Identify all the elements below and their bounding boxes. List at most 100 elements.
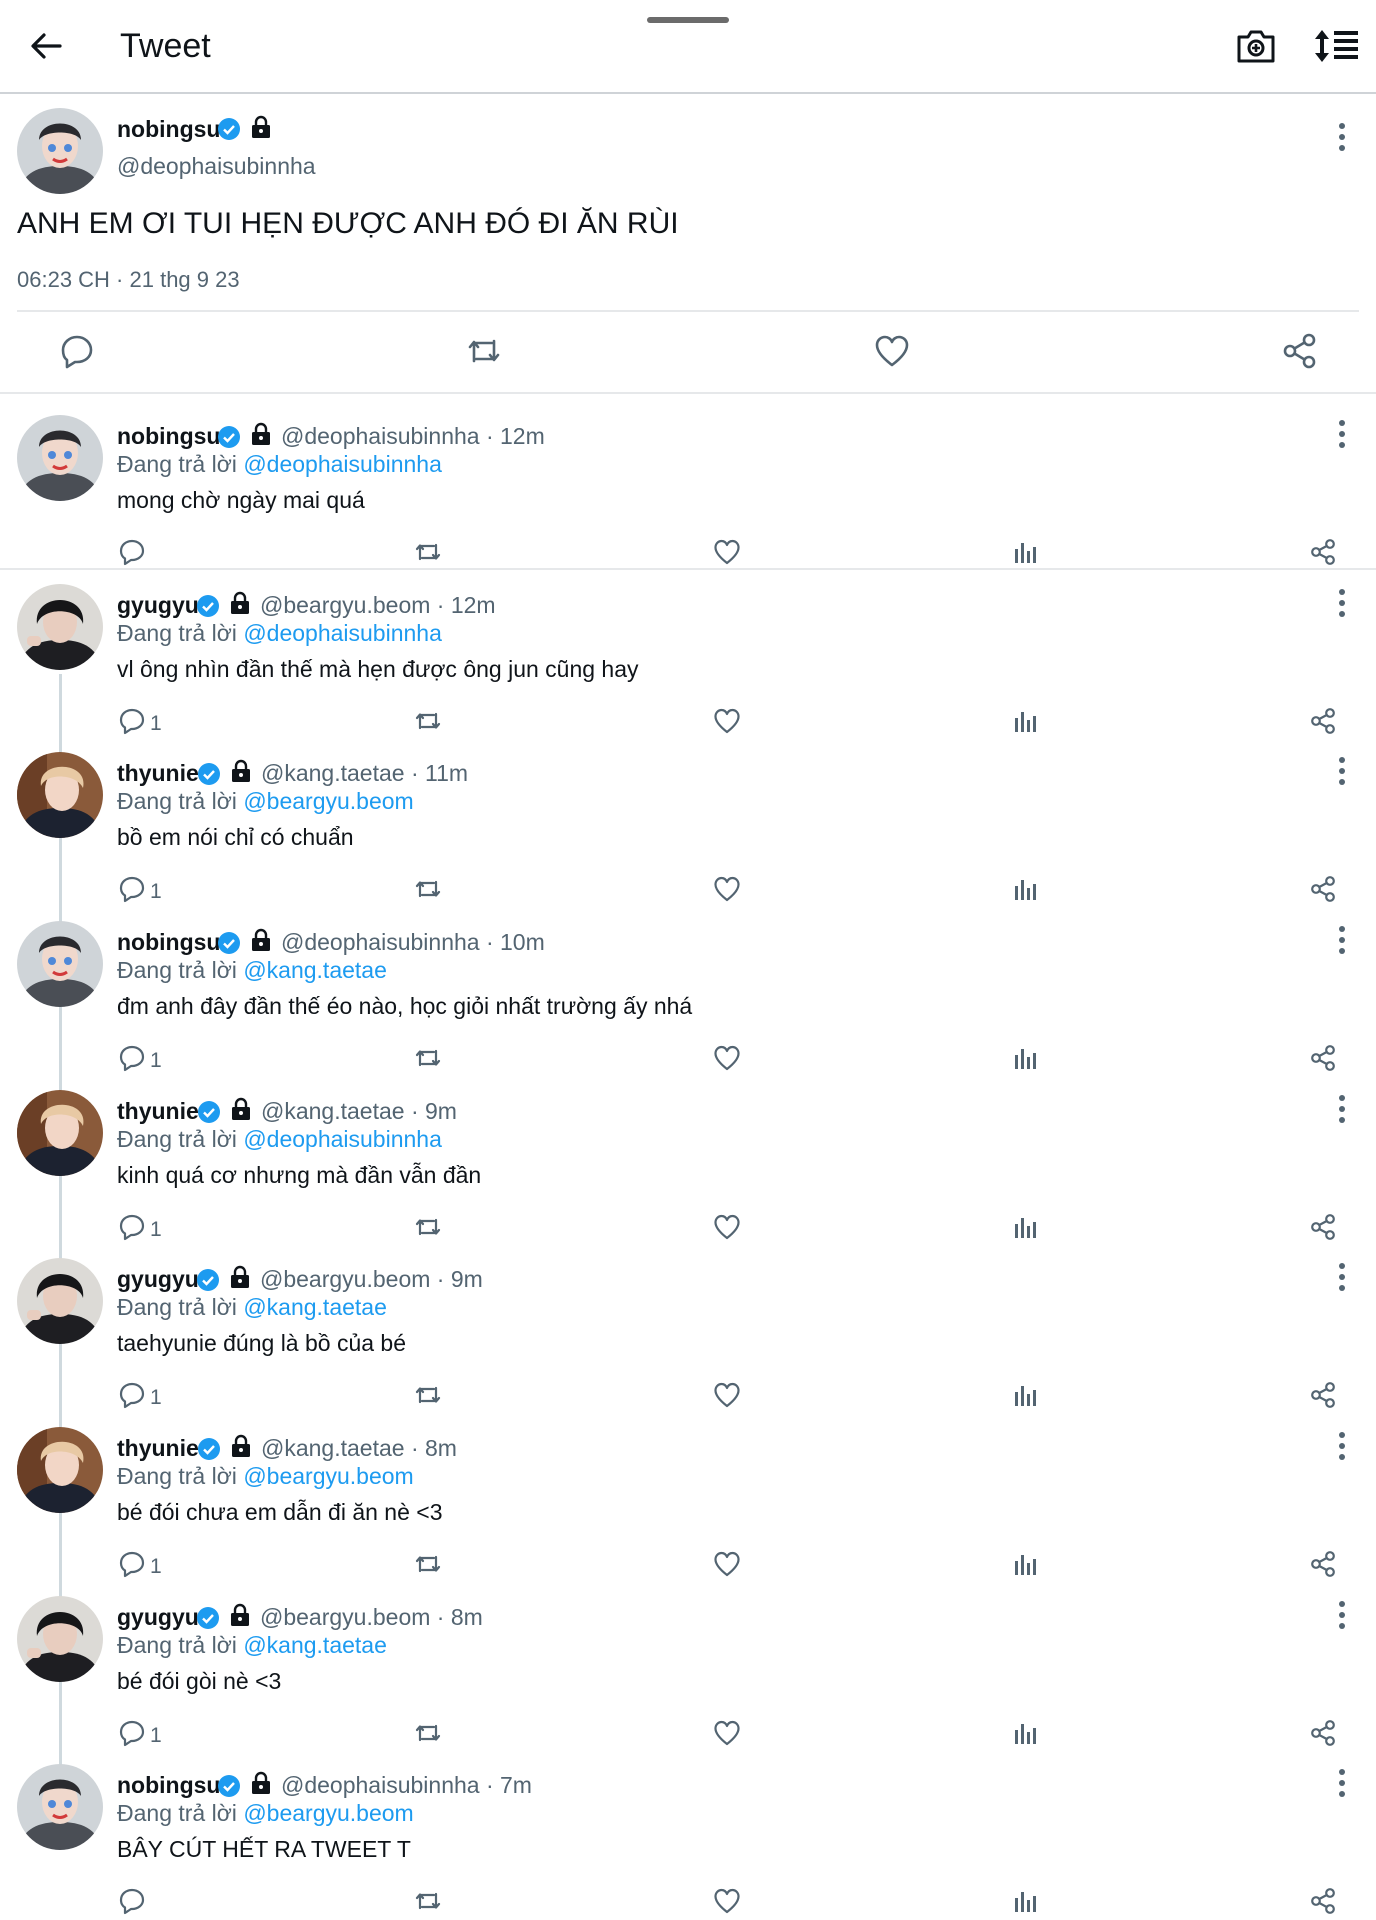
more-options-icon[interactable] — [1330, 1260, 1354, 1294]
retweet-icon[interactable] — [413, 1212, 443, 1242]
share-icon[interactable] — [1308, 1718, 1338, 1748]
share-icon[interactable] — [1308, 537, 1338, 567]
share-icon[interactable] — [1308, 706, 1338, 736]
avatar[interactable] — [17, 584, 103, 670]
mention-link[interactable]: @kang.taetae — [243, 1632, 387, 1658]
author-name[interactable]: gyugyu — [117, 1266, 199, 1293]
retweet-icon[interactable] — [413, 537, 443, 567]
views-chart-icon[interactable] — [1010, 1380, 1040, 1410]
reply-icon[interactable] — [117, 706, 147, 736]
mention-link[interactable]: @deophaisubinnha — [243, 451, 442, 477]
like-heart-icon[interactable] — [712, 1212, 742, 1242]
retweet-icon[interactable] — [413, 1886, 443, 1916]
reply-icon[interactable] — [117, 1380, 147, 1410]
retweet-icon[interactable] — [413, 1718, 443, 1748]
author-name[interactable]: thyunie — [117, 1435, 199, 1462]
like-heart-icon[interactable] — [712, 1886, 742, 1916]
avatar[interactable] — [17, 1258, 103, 1344]
author-handle-time[interactable]: @kang.taetae · 8m — [261, 1435, 457, 1462]
more-options-icon[interactable] — [1330, 586, 1354, 620]
more-options-icon[interactable] — [1330, 417, 1354, 451]
more-options-icon[interactable] — [1330, 923, 1354, 957]
screenshot-camera-icon[interactable] — [1234, 26, 1278, 66]
more-options-icon[interactable] — [1330, 754, 1354, 788]
author-handle-time[interactable]: @deophaisubinnha · 7m — [281, 1772, 532, 1799]
avatar[interactable] — [17, 921, 103, 1007]
views-chart-icon[interactable] — [1010, 874, 1040, 904]
reply-icon[interactable] — [117, 1718, 147, 1748]
more-options-icon[interactable] — [1330, 1598, 1354, 1632]
author-handle-time[interactable]: @deophaisubinnha · 10m — [281, 929, 545, 956]
author-handle-time[interactable]: @kang.taetae · 11m — [261, 760, 468, 787]
author-handle-time[interactable]: @beargyu.beom · 12m — [260, 592, 496, 619]
retweet-icon[interactable] — [413, 874, 443, 904]
mention-link[interactable]: @deophaisubinnha — [243, 1126, 442, 1152]
mention-link[interactable]: @deophaisubinnha — [243, 620, 442, 646]
more-options-icon[interactable] — [1330, 1092, 1354, 1126]
more-options-icon[interactable] — [1330, 1766, 1354, 1800]
views-chart-icon[interactable] — [1010, 1549, 1040, 1579]
sort-order-icon[interactable] — [1312, 26, 1360, 66]
more-options-icon[interactable] — [1330, 1429, 1354, 1463]
author-handle[interactable]: @deophaisubinnha — [117, 153, 316, 180]
reply-icon[interactable] — [117, 1212, 147, 1242]
author-name[interactable]: nobingsu — [117, 929, 220, 956]
author-name[interactable]: gyugyu — [117, 1604, 199, 1631]
views-chart-icon[interactable] — [1010, 1212, 1040, 1242]
author-name[interactable]: nobingsu — [117, 116, 220, 143]
avatar[interactable] — [17, 1764, 103, 1850]
back-arrow-icon[interactable] — [26, 26, 66, 66]
retweet-icon[interactable] — [464, 331, 504, 371]
share-icon[interactable] — [1308, 874, 1338, 904]
avatar[interactable] — [17, 752, 103, 838]
share-icon[interactable] — [1280, 331, 1320, 371]
mention-link[interactable]: @kang.taetae — [243, 1294, 387, 1320]
like-heart-icon[interactable] — [712, 537, 742, 567]
mention-link[interactable]: @beargyu.beom — [243, 1463, 413, 1489]
views-chart-icon[interactable] — [1010, 537, 1040, 567]
more-options-icon[interactable] — [1330, 120, 1354, 154]
author-handle-time[interactable]: @kang.taetae · 9m — [261, 1098, 457, 1125]
author-handle-time[interactable]: @deophaisubinnha · 12m — [281, 423, 545, 450]
reply-icon[interactable] — [117, 1886, 147, 1916]
reply-icon[interactable] — [57, 331, 97, 371]
mention-link[interactable]: @beargyu.beom — [243, 788, 413, 814]
share-icon[interactable] — [1308, 1043, 1338, 1073]
mention-link[interactable]: @beargyu.beom — [243, 1800, 413, 1826]
author-handle-time[interactable]: @beargyu.beom · 8m — [260, 1604, 483, 1631]
views-chart-icon[interactable] — [1010, 706, 1040, 736]
avatar[interactable] — [17, 1596, 103, 1682]
mention-link[interactable]: @kang.taetae — [243, 957, 387, 983]
author-name[interactable]: nobingsu — [117, 1772, 220, 1799]
share-icon[interactable] — [1308, 1212, 1338, 1242]
author-handle-time[interactable]: @beargyu.beom · 9m — [260, 1266, 483, 1293]
share-icon[interactable] — [1308, 1549, 1338, 1579]
like-heart-icon[interactable] — [712, 706, 742, 736]
avatar[interactable] — [17, 415, 103, 501]
share-icon[interactable] — [1308, 1886, 1338, 1916]
retweet-icon[interactable] — [413, 1043, 443, 1073]
like-heart-icon[interactable] — [712, 1549, 742, 1579]
author-name[interactable]: thyunie — [117, 1098, 199, 1125]
views-chart-icon[interactable] — [1010, 1718, 1040, 1748]
retweet-icon[interactable] — [413, 706, 443, 736]
author-name[interactable]: gyugyu — [117, 592, 199, 619]
share-icon[interactable] — [1308, 1380, 1338, 1410]
reply-icon[interactable] — [117, 537, 147, 567]
reply-icon[interactable] — [117, 1549, 147, 1579]
views-chart-icon[interactable] — [1010, 1043, 1040, 1073]
retweet-icon[interactable] — [413, 1380, 443, 1410]
retweet-icon[interactable] — [413, 1549, 443, 1579]
like-heart-icon[interactable] — [872, 331, 912, 371]
author-name[interactable]: nobingsu — [117, 423, 220, 450]
views-chart-icon[interactable] — [1010, 1886, 1040, 1916]
like-heart-icon[interactable] — [712, 1718, 742, 1748]
reply-icon[interactable] — [117, 1043, 147, 1073]
avatar[interactable] — [17, 1090, 103, 1176]
avatar[interactable] — [17, 1427, 103, 1513]
like-heart-icon[interactable] — [712, 874, 742, 904]
avatar[interactable] — [17, 108, 103, 194]
reply-icon[interactable] — [117, 874, 147, 904]
like-heart-icon[interactable] — [712, 1043, 742, 1073]
author-name[interactable]: thyunie — [117, 760, 199, 787]
